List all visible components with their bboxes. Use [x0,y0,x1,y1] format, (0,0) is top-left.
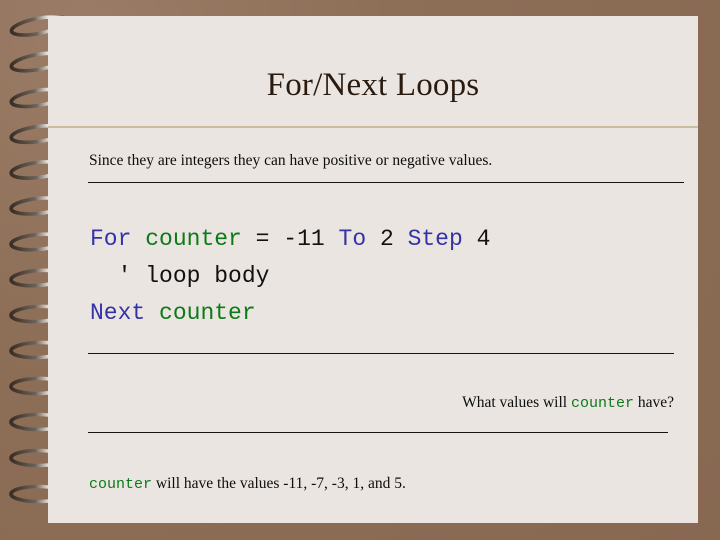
code-variable-counter-1: counter [145,226,242,252]
code-keyword-step: Step [407,226,463,252]
code-keyword-next: Next [90,300,146,326]
code-literal-start: -11 [283,226,325,252]
code-operator-equals: = [255,226,270,252]
page-title: For/Next Loops [266,67,480,103]
code-keyword-to: To [338,226,367,252]
code-comment-loop-body: ' loop body [117,263,270,289]
title-divider [48,126,698,128]
notebook-page: For/Next Loops Since they are integers t… [48,16,698,523]
code-literal-end: 2 [379,226,394,252]
code-variable-counter-2: counter [159,300,256,326]
question-suffix: have? [633,394,674,411]
divider-rule-1 [88,182,684,183]
answer-text: counter will have the values -11, -7, -3… [89,475,406,493]
slide-canvas: For/Next Loops Since they are integers t… [0,0,720,540]
answer-variable: counter [89,476,153,493]
question-prefix: What values will [462,394,571,411]
question-variable: counter [570,395,634,412]
intro-text: Since they are integers they can have po… [89,152,493,169]
code-keyword-for: For [90,226,132,252]
code-literal-step: 4 [476,226,491,252]
answer-sentence: will have the values -11, -7, -3, 1, and… [152,475,406,492]
code-block: For counter = -11 To 2 Step 4 ' loop bod… [90,221,490,332]
divider-rule-3 [88,432,668,433]
divider-rule-2 [88,353,674,354]
question-text: What values will counter have? [48,394,674,412]
